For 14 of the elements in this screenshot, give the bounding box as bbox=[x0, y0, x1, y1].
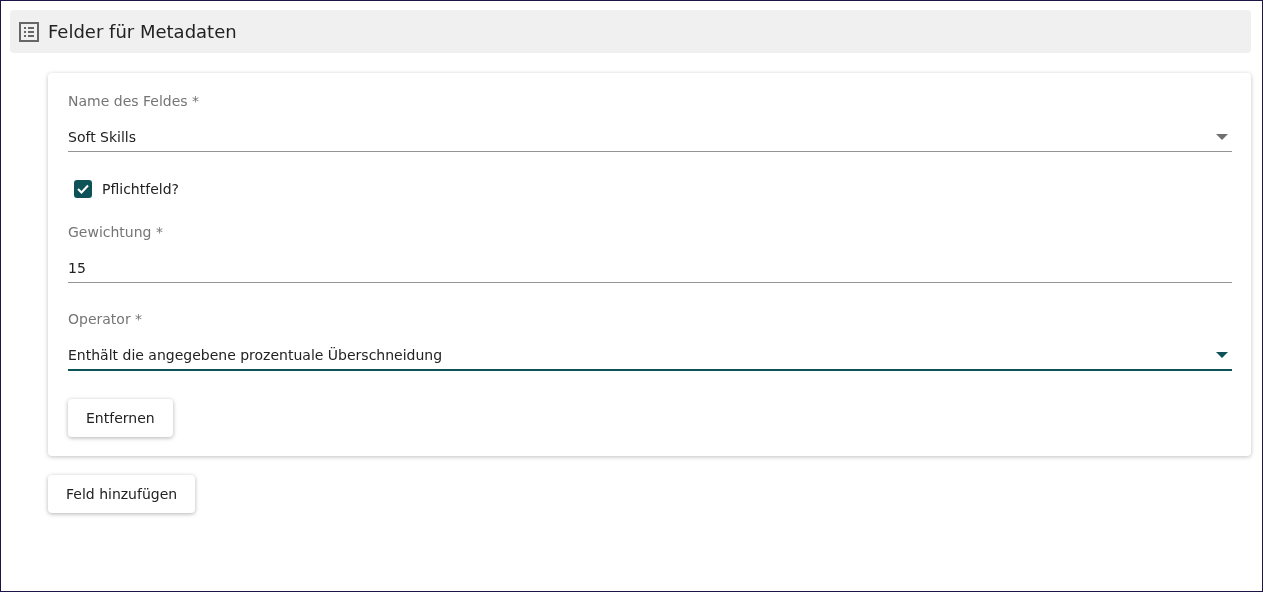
input-field[interactable]: 15 bbox=[68, 260, 1232, 283]
add-field-button[interactable]: Feld hinzufügen bbox=[48, 475, 196, 513]
field-label: Name des Feldes * bbox=[68, 93, 201, 109]
select-field[interactable]: Enthält die angegebene prozentuale Überschneidung bbox=[68, 347, 1232, 371]
checkbox[interactable] bbox=[74, 180, 92, 198]
caret-icon bbox=[1216, 134, 1228, 140]
field-label: Gewichtung * bbox=[68, 224, 164, 240]
caret-icon bbox=[1216, 352, 1228, 358]
section-title: Felder für Metadaten bbox=[48, 21, 237, 42]
select-field[interactable]: Soft Skills bbox=[68, 129, 1232, 152]
remove-button[interactable]: Entfernen bbox=[68, 399, 173, 437]
checkbox-label: Pflichtfeld? bbox=[102, 181, 179, 197]
list-icon bbox=[19, 21, 39, 42]
field-label: Operator * bbox=[68, 311, 144, 327]
